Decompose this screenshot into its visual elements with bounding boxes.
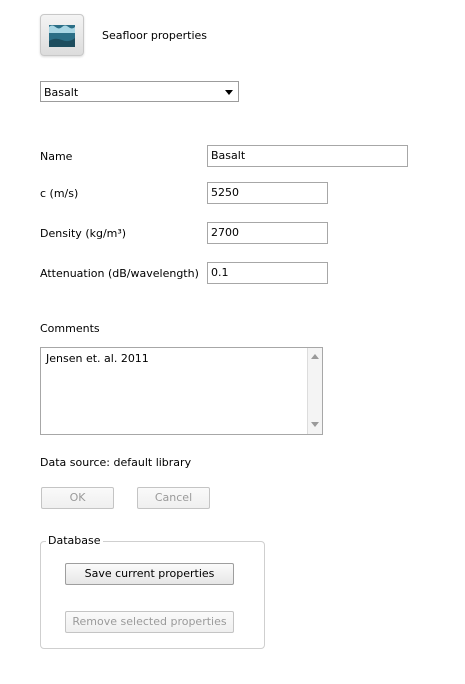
ok-button[interactable]: OK [41, 487, 114, 509]
comments-text: Jensen et. al. 2011 [46, 352, 149, 365]
scroll-down-arrow-icon[interactable] [311, 422, 319, 427]
save-current-properties-button[interactable]: Save current properties [65, 563, 234, 585]
name-field[interactable]: Basalt [207, 145, 408, 167]
comments-textarea[interactable]: Jensen et. al. 2011 [40, 347, 323, 435]
window-title: Seafloor properties [102, 29, 208, 42]
chevron-down-icon [225, 90, 233, 95]
attenuation-field[interactable]: 0.1 [207, 262, 328, 284]
preset-dropdown[interactable]: Basalt [40, 81, 239, 102]
sound-speed-label: c (m/s) [40, 187, 79, 200]
cancel-button[interactable]: Cancel [137, 487, 210, 509]
data-source-label: Data source: default library [40, 456, 192, 469]
density-label: Density (kg/m³) [40, 227, 127, 240]
remove-selected-properties-button[interactable]: Remove selected properties [65, 611, 234, 633]
attenuation-label: Attenuation (dB/wavelength) [40, 267, 199, 280]
seafloor-icon [40, 14, 84, 56]
comments-scrollbar[interactable] [307, 348, 322, 434]
comments-label: Comments [40, 322, 100, 335]
sound-speed-field[interactable]: 5250 [207, 182, 328, 204]
preset-selected-value: Basalt [44, 86, 79, 99]
name-label: Name [40, 150, 73, 163]
scroll-up-arrow-icon[interactable] [311, 354, 319, 359]
density-field[interactable]: 2700 [207, 222, 328, 244]
database-group-title: Database [46, 534, 103, 547]
